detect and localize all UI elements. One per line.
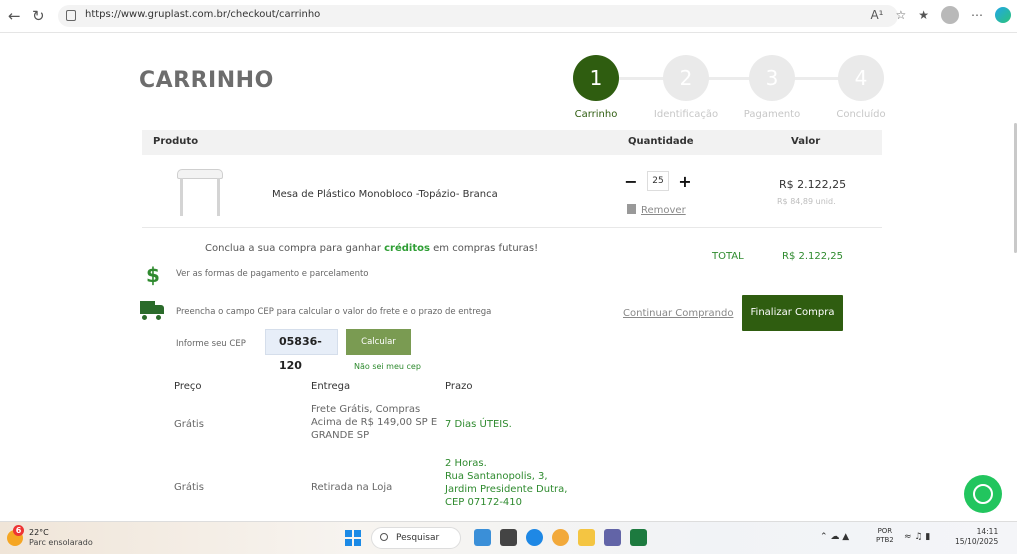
step-2: 2 <box>663 55 709 101</box>
read-aloud-icon[interactable]: A¹ <box>870 8 883 22</box>
shipping-row-1-deadline: 7 Dias ÚTEIS. <box>445 419 512 430</box>
deadline-line: CEP 07172-410 <box>445 497 523 508</box>
step-1: 1 <box>573 55 619 101</box>
calculate-button[interactable]: Calcular <box>346 329 411 355</box>
profile-avatar[interactable] <box>941 6 959 24</box>
quantity-header: Quantidade <box>628 136 694 147</box>
credits-message: Conclua a sua compra para ganhar crédito… <box>205 243 538 254</box>
total-value: R$ 2.122,25 <box>782 251 844 262</box>
clock-time: 14:11 <box>976 527 999 536</box>
refresh-icon[interactable]: ↻ <box>32 8 45 24</box>
dollar-icon: $ <box>146 263 160 287</box>
shipping-row-2-deadline: 2 Horas. Rua Santanopolis, 3, Jardim Pre… <box>445 457 567 509</box>
item-price: R$ 2.122,25 <box>779 178 847 191</box>
total-label: TOTAL <box>712 251 744 262</box>
weather-widget[interactable]: 6 22°C Parc ensolarado <box>7 525 117 550</box>
deadline-line: 2 Horas. <box>445 458 487 469</box>
steps-line <box>601 77 861 80</box>
excel-icon[interactable] <box>630 529 647 546</box>
unit-price: R$ 84,89 unid. <box>777 197 836 206</box>
cart-table-header: Produto Quantidade Valor <box>142 130 882 155</box>
checkout-steps: 1 2 3 4 Carrinho Identificação Pagamento… <box>566 55 896 135</box>
product-name[interactable]: Mesa de Plástico Monobloco -Topázio- Bra… <box>272 189 498 200</box>
browser-toolbar: ← ↻ https://www.gruplast.com.br/checkout… <box>0 0 1017 33</box>
widgets-icon[interactable] <box>474 529 491 546</box>
step-4: 4 <box>838 55 884 101</box>
credits-prefix: Conclua a sua compra para ganhar <box>205 243 381 254</box>
shipping-row-2-delivery: Retirada na Loja <box>311 482 393 493</box>
more-menu-icon[interactable]: ⋯ <box>971 8 983 22</box>
truck-icon <box>140 301 164 323</box>
windows-start-icon[interactable] <box>345 530 361 546</box>
freight-instruction: Preencha o campo CEP para calcular o val… <box>176 307 492 317</box>
shipping-delivery-header: Entrega <box>311 381 351 392</box>
cep-input[interactable]: 05836-120 <box>265 329 338 372</box>
network-sound-battery-icons[interactable]: ≈ ♫ ▮ <box>904 532 930 542</box>
step-4-label: Concluído <box>836 109 886 120</box>
payment-forms-link[interactable]: Ver as formas de pagamento e parcelament… <box>176 269 369 279</box>
finalize-purchase-button[interactable]: Finalizar Compra <box>742 295 843 331</box>
clock[interactable]: 14:11 15/10/2025 <box>955 527 998 547</box>
deadline-line: Jardim Presidente Dutra, <box>445 484 568 495</box>
quantity-stepper: − 25 + <box>623 171 693 191</box>
increase-quantity-button[interactable]: + <box>677 172 693 191</box>
teams-icon[interactable] <box>604 529 621 546</box>
lang-line: PTB2 <box>876 536 894 544</box>
credits-bold: créditos <box>384 243 430 254</box>
shipping-price-header: Preço <box>174 381 202 392</box>
copilot-icon[interactable] <box>995 7 1011 23</box>
cep-label: Informe seu CEP <box>176 339 246 349</box>
whatsapp-button[interactable] <box>964 475 1002 513</box>
edge-browser-icon[interactable] <box>526 529 543 546</box>
delivery-line: Acima de R$ 149,00 SP E <box>311 417 438 428</box>
delivery-line: GRANDE SP <box>311 430 370 441</box>
lock-icon <box>66 10 76 21</box>
chrome-icon[interactable] <box>552 529 569 546</box>
credits-suffix: em compras futuras! <box>433 243 539 254</box>
system-tray-icons[interactable]: ⌃ ☁ ▲ <box>820 532 849 542</box>
value-header: Valor <box>791 136 821 147</box>
shipping-row-1-price: Grátis <box>174 419 204 430</box>
trash-icon <box>627 204 636 214</box>
address-bar[interactable]: https://www.gruplast.com.br/checkout/car… <box>58 5 898 27</box>
shipping-row-2-price: Grátis <box>174 482 204 493</box>
step-3-label: Pagamento <box>743 109 801 120</box>
checkout-page: CARRINHO 1 2 3 4 Carrinho Identificação … <box>0 33 1017 521</box>
page-title: CARRINHO <box>139 68 274 93</box>
weather-desc: Parc ensolarado <box>29 538 93 547</box>
remove-item-link[interactable]: Remover <box>627 204 686 216</box>
product-image[interactable] <box>177 169 223 217</box>
windows-taskbar: 6 22°C Parc ensolarado Pesquisar ⌃ ☁ ▲ P… <box>0 521 1017 554</box>
search-placeholder: Pesquisar <box>396 533 440 543</box>
quantity-input[interactable]: 25 <box>647 171 669 191</box>
delivery-line: Frete Grátis, Compras <box>311 404 421 415</box>
remove-label: Remover <box>641 205 686 216</box>
whatsapp-icon <box>973 484 993 504</box>
language-indicator[interactable]: POR PTB2 <box>876 527 894 545</box>
file-explorer-icon[interactable] <box>500 529 517 546</box>
not-sure-cep-link[interactable]: Não sei meu cep <box>354 362 421 371</box>
search-icon <box>380 533 388 541</box>
row-divider <box>142 227 882 228</box>
favorite-star-icon[interactable]: ☆ <box>895 8 906 22</box>
step-3: 3 <box>749 55 795 101</box>
step-1-label: Carrinho <box>574 109 618 120</box>
clock-date: 15/10/2025 <box>955 537 999 546</box>
step-2-label: Identificação <box>653 109 719 120</box>
product-header: Produto <box>153 136 199 147</box>
folder-icon[interactable] <box>578 529 595 546</box>
shipping-deadline-header: Prazo <box>445 381 473 392</box>
shipping-row-1-delivery: Frete Grátis, Compras Acima de R$ 149,00… <box>311 403 437 442</box>
collections-icon[interactable]: ★ <box>918 8 929 22</box>
weather-temp: 22°C <box>29 528 49 537</box>
taskbar-search[interactable]: Pesquisar <box>371 527 461 549</box>
back-arrow-icon[interactable]: ← <box>8 8 21 24</box>
browser-actions: A¹ ☆ ★ ⋯ <box>870 6 1011 24</box>
decrease-quantity-button[interactable]: − <box>623 172 639 191</box>
notification-badge: 6 <box>13 525 24 536</box>
continue-shopping-link[interactable]: Continuar Comprando <box>623 308 733 319</box>
deadline-line: Rua Santanopolis, 3, <box>445 471 548 482</box>
url-text[interactable]: https://www.gruplast.com.br/checkout/car… <box>85 9 320 20</box>
lang-line: POR <box>877 527 893 535</box>
